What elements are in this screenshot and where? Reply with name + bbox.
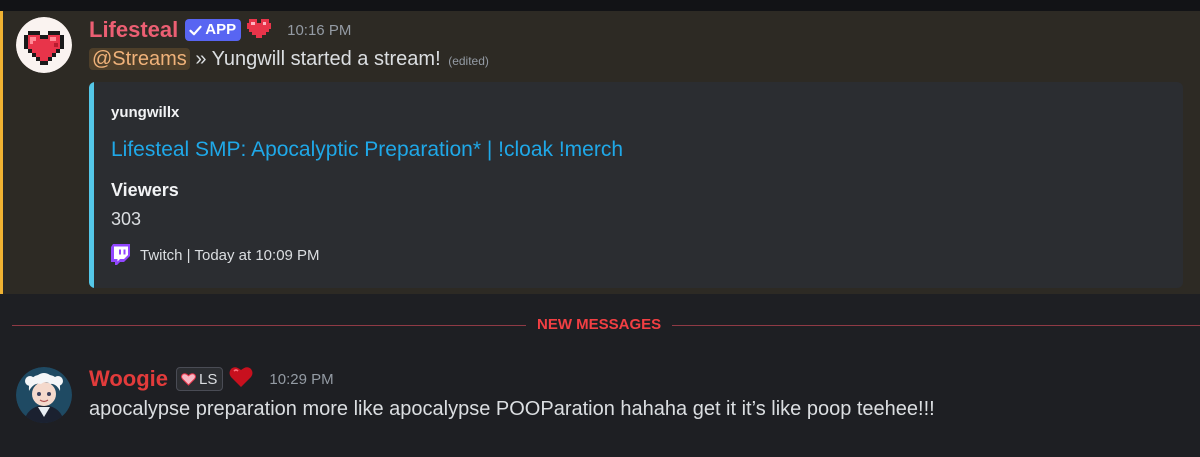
embed-field-value: 303	[111, 209, 142, 229]
red-heart-icon	[229, 366, 253, 387]
role-mention-streams[interactable]: @Streams	[89, 48, 190, 70]
message-header-woogie: Woogie LS 10:29 PM	[89, 366, 334, 392]
embed-footer-text: Twitch | Today at 10:09 PM	[140, 246, 320, 264]
role-icon-pixel-heart[interactable]	[247, 17, 272, 44]
mention-highlight-bar	[0, 11, 3, 294]
checkmark-icon	[189, 25, 202, 35]
heart-icon	[181, 372, 197, 386]
timestamp[interactable]: 10:16 PM	[287, 22, 351, 39]
embed-title-link[interactable]: Lifesteal SMP: Apocalyptic Preparation* …	[111, 138, 623, 162]
top-bar	[0, 0, 1200, 11]
stream-embed: yungwillx Lifesteal SMP: Apocalyptic Pre…	[89, 82, 1183, 288]
message-header-lifesteal: Lifesteal APP 10:16 PM	[89, 17, 351, 43]
edited-label: (edited)	[448, 54, 489, 68]
role-icon-red-heart[interactable]	[229, 366, 253, 393]
twitch-icon	[111, 244, 130, 265]
anime-character-avatar	[16, 367, 72, 423]
app-badge-label: APP	[205, 21, 237, 38]
guild-tag-label: LS	[199, 370, 218, 388]
message-text: » Yungwill started a stream!	[189, 48, 441, 70]
embed-color-bar	[89, 82, 94, 288]
avatar-lifesteal[interactable]	[16, 17, 72, 73]
new-messages-label: NEW MESSAGES	[526, 315, 673, 335]
avatar-woogie[interactable]	[16, 367, 72, 423]
embed-field-name: Viewers	[111, 180, 179, 200]
username-woogie[interactable]: Woogie	[89, 366, 168, 392]
embed-footer: Twitch | Today at 10:09 PM	[111, 244, 320, 266]
message-content-lifesteal: @Streams » Yungwill started a stream! (e…	[89, 48, 489, 71]
pixel-heart-icon	[16, 17, 72, 73]
pixel-heart-icon	[247, 18, 272, 38]
embed-author[interactable]: yungwillx	[111, 104, 179, 121]
username-lifesteal[interactable]: Lifesteal	[89, 17, 178, 43]
app-badge: APP	[185, 19, 242, 41]
message-content-woogie: apocalypse preparation more like apocaly…	[89, 398, 935, 420]
guild-tag-badge[interactable]: LS	[176, 367, 224, 391]
timestamp[interactable]: 10:29 PM	[269, 371, 333, 388]
